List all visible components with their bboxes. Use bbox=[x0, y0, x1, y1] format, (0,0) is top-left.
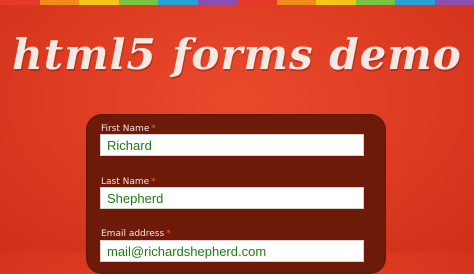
first-name-label: First Name* bbox=[101, 124, 156, 134]
stripe-segment bbox=[40, 0, 80, 5]
stripe-segment bbox=[158, 0, 198, 5]
stripe-segment bbox=[0, 0, 40, 5]
first-name-label-text: First Name bbox=[101, 124, 149, 134]
stripe-segment bbox=[316, 0, 356, 5]
last-name-label: Last Name* bbox=[101, 177, 156, 187]
required-marker: * bbox=[151, 177, 156, 187]
stripe-segment bbox=[277, 0, 317, 5]
email-input[interactable]: mail@richardshepherd.com bbox=[100, 240, 364, 262]
stripe-segment bbox=[237, 0, 277, 5]
color-stripe bbox=[0, 0, 474, 5]
stripe-segment bbox=[198, 0, 238, 5]
stripe-segment bbox=[356, 0, 396, 5]
stripe-segment bbox=[79, 0, 119, 5]
stripe-segment bbox=[395, 0, 435, 5]
stripe-segment bbox=[435, 0, 474, 5]
email-label-text: Email address bbox=[101, 229, 164, 239]
email-label: Email address* bbox=[101, 229, 171, 239]
stripe-segment bbox=[119, 0, 159, 5]
first-name-input[interactable]: Richard bbox=[100, 134, 364, 156]
required-marker: * bbox=[166, 229, 171, 239]
page-title: html5 forms demo bbox=[0, 30, 474, 79]
required-marker: * bbox=[151, 124, 156, 134]
last-name-input[interactable]: Shepherd bbox=[100, 187, 364, 209]
last-name-label-text: Last Name bbox=[101, 177, 149, 187]
